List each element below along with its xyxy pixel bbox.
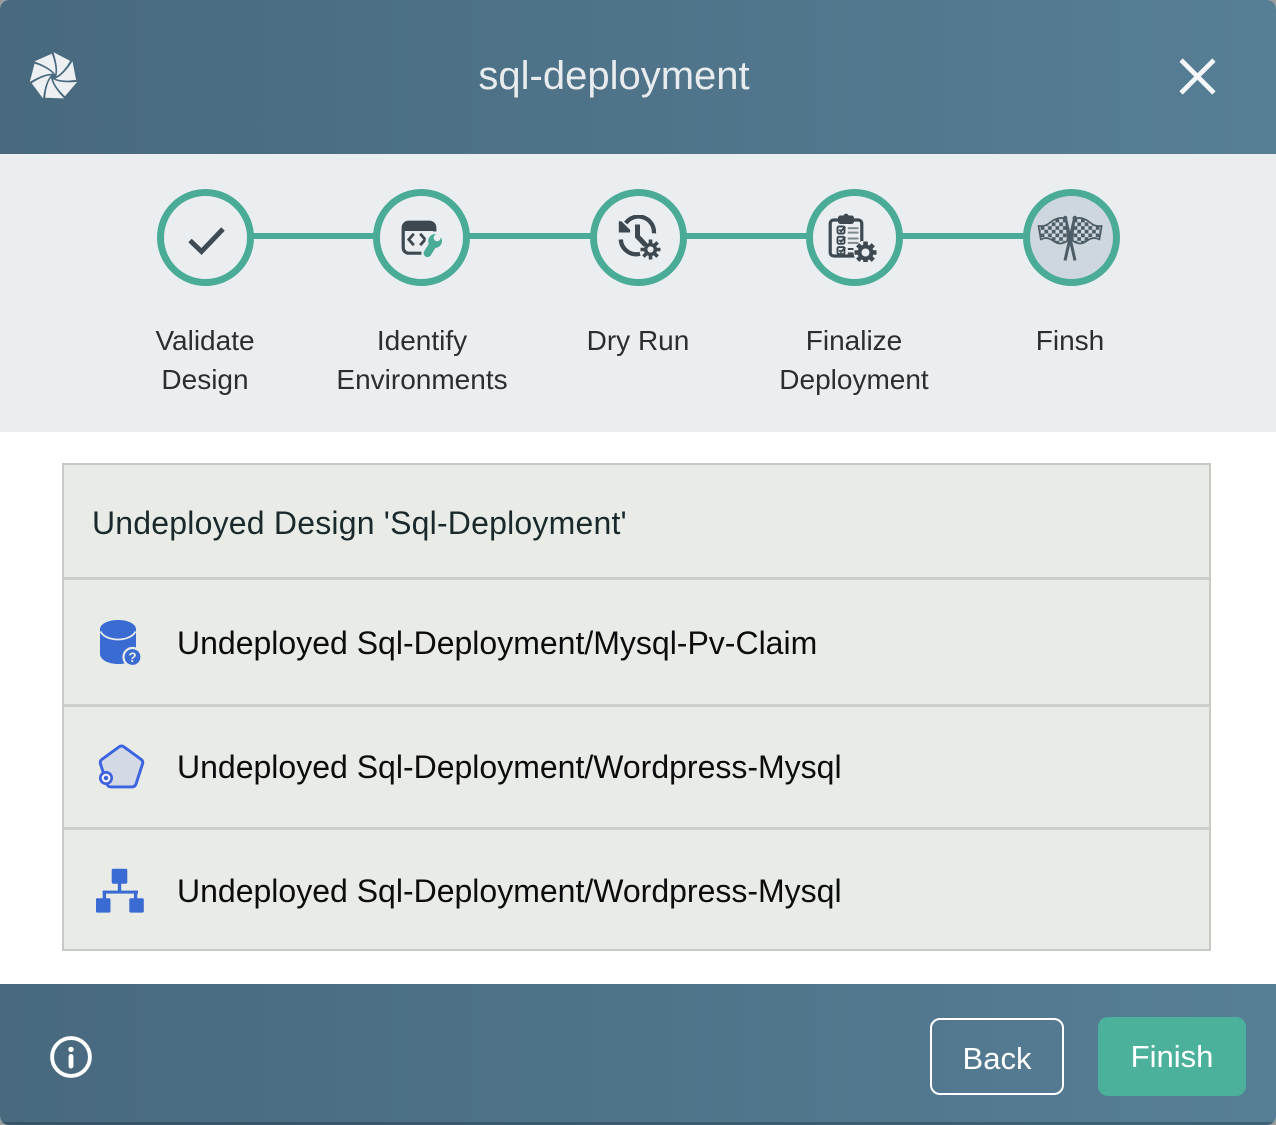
svg-text:?: ? <box>128 650 136 665</box>
